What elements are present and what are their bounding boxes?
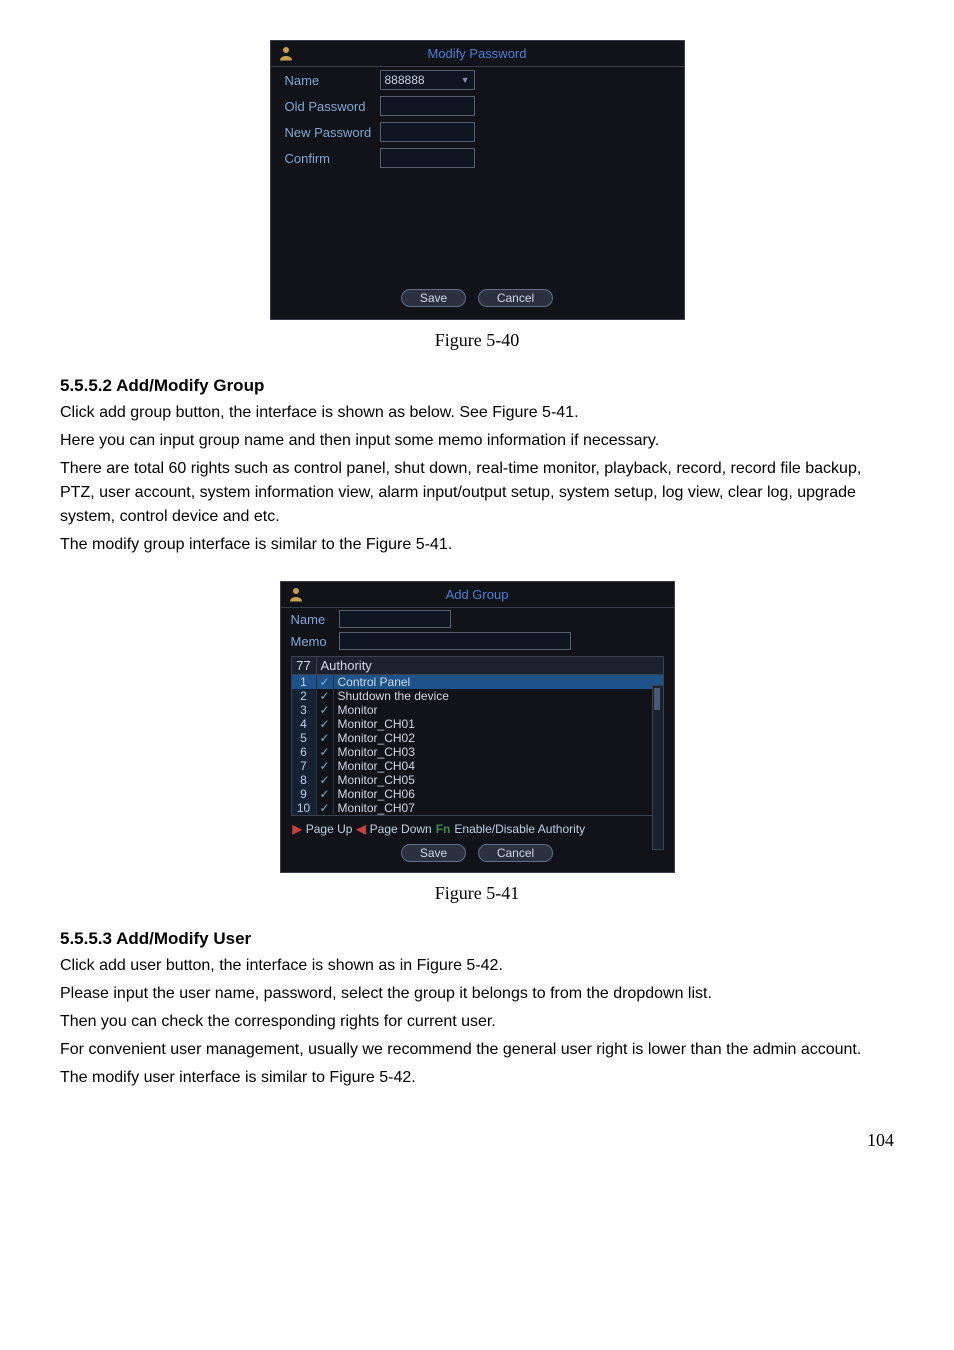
section-heading-1: 5.5.5.2 Add/Modify Group (60, 376, 894, 396)
name-value: 888888 (385, 73, 425, 87)
new-password-input[interactable] (380, 122, 475, 142)
modify-password-dialog: Modify Password Name 888888 ▼ Old Passwo… (270, 40, 685, 320)
authority-name: Control Panel (334, 675, 411, 689)
group-name-input[interactable] (339, 610, 451, 628)
body-text: Please input the user name, password, se… (60, 982, 894, 1006)
check-icon[interactable]: ✓ (317, 689, 334, 703)
title-text: Add Group (446, 587, 509, 602)
row-index: 6 (292, 745, 317, 759)
confirm-label: Confirm (285, 151, 380, 166)
cancel-button[interactable]: Cancel (478, 289, 553, 307)
user-icon (277, 44, 295, 62)
user-icon (287, 585, 305, 603)
page-down-key-icon: ◀ (356, 822, 365, 836)
body-text: Click add user button, the interface is … (60, 954, 894, 978)
check-icon[interactable]: ✓ (317, 717, 334, 731)
old-password-input[interactable] (380, 96, 475, 116)
row-index: 8 (292, 773, 317, 787)
confirm-input[interactable] (380, 148, 475, 168)
authority-name: Monitor_CH04 (334, 759, 415, 773)
body-text: Here you can input group name and then i… (60, 429, 894, 453)
row-index: 5 (292, 731, 317, 745)
row-index: 2 (292, 689, 317, 703)
check-icon[interactable]: ✓ (317, 675, 334, 689)
body-text: For convenient user management, usually … (60, 1038, 894, 1062)
table-row[interactable]: 9✓Monitor_CH06 (292, 787, 663, 801)
body-text: Click add group button, the interface is… (60, 401, 894, 425)
row-index: 10 (292, 801, 317, 815)
add-group-dialog: Add Group Name Memo 77 Authority 1✓Contr… (280, 581, 675, 873)
table-row[interactable]: 6✓Monitor_CH03 (292, 745, 663, 759)
body-text: There are total 60 rights such as contro… (60, 457, 894, 529)
authority-name: Monitor_CH02 (334, 731, 415, 745)
group-memo-input[interactable] (339, 632, 571, 650)
check-icon[interactable]: ✓ (317, 703, 334, 717)
authority-name: Monitor (334, 703, 378, 717)
name-label: Name (291, 612, 333, 627)
body-text: The modify group interface is similar to… (60, 533, 894, 557)
check-icon[interactable]: ✓ (317, 731, 334, 745)
table-row[interactable]: 10✓Monitor_CH07 (292, 801, 663, 815)
body-text: The modify user interface is similar to … (60, 1066, 894, 1090)
authority-name: Monitor_CH01 (334, 717, 415, 731)
figure-caption-1: Figure 5-40 (60, 330, 894, 351)
figure-caption-2: Figure 5-41 (60, 883, 894, 904)
enable-disable-label[interactable]: Enable/Disable Authority (454, 822, 585, 836)
authority-name: Monitor_CH07 (334, 801, 415, 815)
table-row[interactable]: 3✓Monitor (292, 703, 663, 717)
save-button[interactable]: Save (401, 844, 466, 862)
check-icon[interactable]: ✓ (317, 773, 334, 787)
save-button[interactable]: Save (401, 289, 466, 307)
cancel-button[interactable]: Cancel (478, 844, 553, 862)
check-icon[interactable]: ✓ (317, 801, 334, 815)
row-index: 3 (292, 703, 317, 717)
new-password-label: New Password (285, 125, 380, 140)
fn-key-icon: Fn (436, 822, 451, 836)
row-index: 9 (292, 787, 317, 801)
name-dropdown[interactable]: 888888 ▼ (380, 70, 475, 90)
page-up-key-icon: ▶ (293, 822, 302, 836)
authority-name: Monitor_CH06 (334, 787, 415, 801)
table-row[interactable]: 1✓Control Panel (292, 675, 663, 689)
row-index: 7 (292, 759, 317, 773)
authority-header: Authority (317, 657, 663, 674)
page-down-label[interactable]: Page Down (370, 822, 432, 836)
check-icon[interactable]: ✓ (317, 745, 334, 759)
row-index: 4 (292, 717, 317, 731)
name-label: Name (285, 73, 380, 88)
page-number: 104 (60, 1130, 894, 1151)
body-text: Then you can check the corresponding rig… (60, 1010, 894, 1034)
authority-name: Monitor_CH05 (334, 773, 415, 787)
authority-name: Monitor_CH03 (334, 745, 415, 759)
old-password-label: Old Password (285, 99, 380, 114)
check-icon[interactable]: ✓ (317, 787, 334, 801)
title-text: Modify Password (428, 46, 527, 61)
row-index: 1 (292, 675, 317, 689)
section-heading-2: 5.5.5.3 Add/Modify User (60, 929, 894, 949)
scrollbar-thumb[interactable] (654, 688, 660, 710)
table-row[interactable]: 7✓Monitor_CH04 (292, 759, 663, 773)
table-row[interactable]: 5✓Monitor_CH02 (292, 731, 663, 745)
table-row[interactable]: 2✓Shutdown the device (292, 689, 663, 703)
table-row[interactable]: 8✓Monitor_CH05 (292, 773, 663, 787)
pager: ▶ Page Up ◀ Page Down Fn Enable/Disable … (281, 820, 674, 840)
check-icon[interactable]: ✓ (317, 759, 334, 773)
chevron-down-icon: ▼ (461, 75, 470, 85)
count-header: 77 (292, 657, 317, 674)
dialog-title: Add Group (281, 582, 674, 608)
dialog-title: Modify Password (271, 41, 684, 67)
page-up-label[interactable]: Page Up (306, 822, 353, 836)
table-row[interactable]: 4✓Monitor_CH01 (292, 717, 663, 731)
authority-name: Shutdown the device (334, 689, 449, 703)
authority-table: 77 Authority 1✓Control Panel2✓Shutdown t… (291, 656, 664, 816)
memo-label: Memo (291, 634, 333, 649)
scrollbar[interactable] (652, 685, 664, 850)
